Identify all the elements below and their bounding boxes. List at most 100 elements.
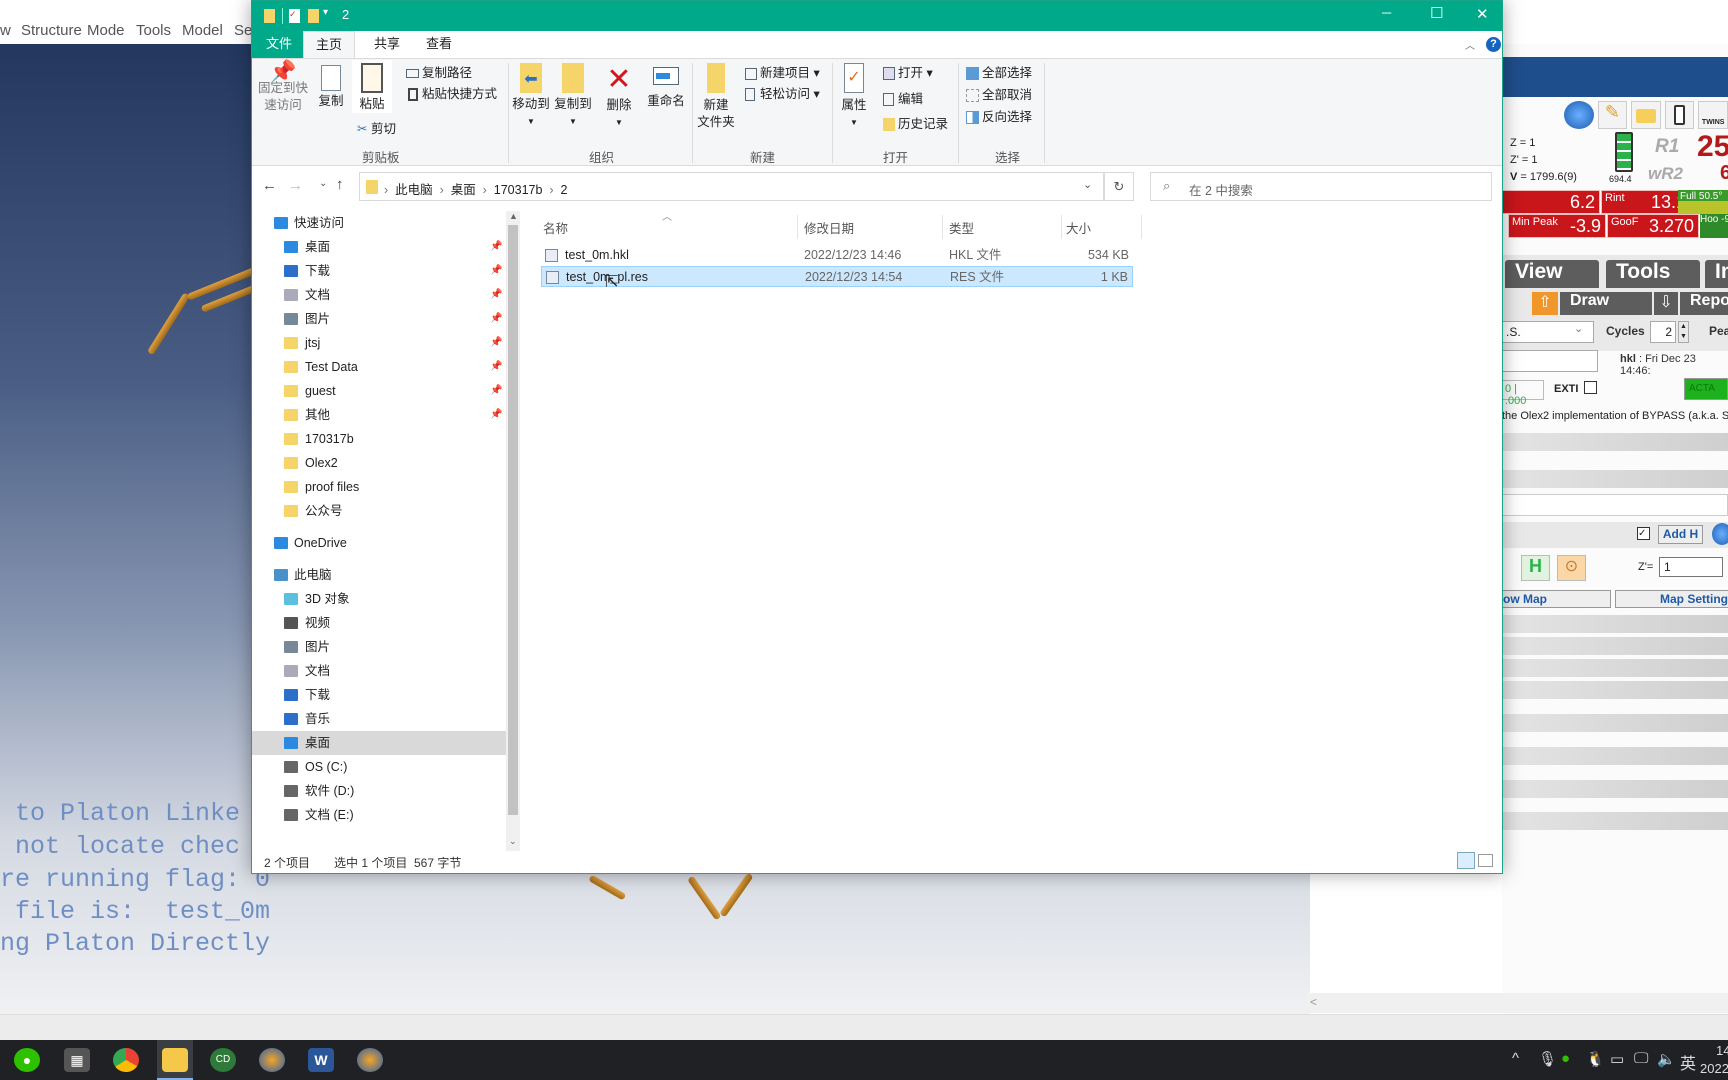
search-input[interactable]: ⌕ 在 2 中搜索 (1150, 172, 1492, 201)
ime-indicator[interactable]: 英 (1680, 1050, 1696, 1074)
tab-home[interactable]: 主页 (303, 31, 356, 60)
collapse-ribbon-icon[interactable]: ︿ (1465, 37, 1475, 52)
nav-item[interactable]: proof files (252, 475, 506, 499)
file-explorer-taskbar-button[interactable] (157, 1040, 193, 1080)
subtab-draw[interactable]: Draw (1560, 292, 1652, 315)
tab-view[interactable]: View (1505, 260, 1599, 288)
forward-button[interactable]: → (288, 177, 303, 194)
maximize-button[interactable]: ☐ (1430, 4, 1443, 22)
new-folder-button[interactable]: 新建 文件夹 (696, 63, 736, 131)
olex-sphere-icon[interactable] (1564, 101, 1594, 129)
column-size[interactable]: 大小 (1066, 218, 1091, 237)
chrome-icon[interactable] (113, 1048, 139, 1072)
clock-time[interactable]: 14 (1716, 1043, 1728, 1058)
menu-view[interactable]: w (0, 22, 11, 39)
wechat-icon[interactable]: ● (14, 1048, 40, 1072)
file-row[interactable]: test_0m.hkl 2022/12/23 14:46 HKL 文件 534 KB (541, 245, 1133, 266)
weight-value[interactable]: 0 | .000 (1502, 380, 1544, 407)
nav-this-pc[interactable]: 此电脑 (252, 563, 506, 587)
copy-to-button[interactable]: 复制到 ▼ (554, 63, 592, 130)
quick-access-dropdown-icon[interactable]: ▾ (323, 7, 328, 18)
nav-item[interactable]: guest 📌 (252, 379, 506, 403)
scrollbar-thumb[interactable] (508, 225, 518, 815)
twins-icon[interactable]: TWINS (1698, 101, 1728, 129)
hkl-select[interactable] (1502, 350, 1598, 372)
menu-model[interactable]: Model (182, 22, 223, 39)
recent-locations-button[interactable]: ⌄ (319, 178, 327, 189)
nav-item[interactable]: 图片 (252, 635, 506, 659)
map-settings-button[interactable]: Map Setting (1615, 590, 1728, 608)
paste-button[interactable]: 粘贴 (352, 60, 392, 113)
copy-button[interactable]: 复制 (314, 63, 348, 110)
exti-checkbox[interactable] (1584, 381, 1597, 394)
subtab-report[interactable]: Report (1680, 292, 1728, 315)
open-button[interactable]: 打开 ▾ (883, 65, 933, 82)
breadcrumb-item[interactable]: 桌面 (451, 183, 476, 197)
nav-item[interactable]: 下载 (252, 683, 506, 707)
paste-shortcut-button[interactable]: 粘贴快捷方式 (408, 86, 497, 103)
refresh-button[interactable]: ↻ (1104, 172, 1134, 201)
copy-path-button[interactable]: 复制路径 (406, 65, 472, 82)
address-bar[interactable]: › 此电脑 › 桌面 › 170317b › 2 ⌄ (359, 172, 1104, 201)
properties-quick-icon[interactable]: ✓ (289, 9, 300, 23)
edit-button[interactable]: 编辑 (883, 91, 923, 108)
nav-item[interactable]: OS (C:) (252, 755, 506, 779)
move-to-button[interactable]: ⬅ 移动到 ▼ (512, 63, 550, 130)
tray-chevron-icon[interactable]: ^ (1512, 1050, 1519, 1067)
minimize-button[interactable]: ─ (1382, 5, 1391, 20)
breadcrumb-item[interactable]: 170317b (494, 183, 543, 197)
microphone-icon[interactable]: 🎙 (1538, 1050, 1557, 1068)
easy-access-button[interactable]: 轻松访问 ▾ (745, 86, 820, 103)
delete-button[interactable]: ✕ 删除 ▼ (604, 63, 634, 131)
nav-item[interactable]: 3D 对象 (252, 587, 506, 611)
nav-item[interactable]: 下载 📌 (252, 259, 506, 283)
up-button[interactable]: ↑ (336, 176, 344, 193)
sphere-icon[interactable] (1712, 523, 1728, 545)
column-type[interactable]: 类型 (949, 218, 974, 237)
nav-scrollbar[interactable]: ▲ ⌄ (506, 211, 520, 851)
calculator-icon[interactable]: ▦ (64, 1048, 90, 1072)
wechat-tray-icon[interactable]: ● (1561, 1050, 1570, 1067)
network-icon[interactable]: 🖵 (1634, 1050, 1648, 1067)
nav-item[interactable]: 文档 📌 (252, 283, 506, 307)
word-icon[interactable]: W (308, 1048, 334, 1072)
details-view-button[interactable] (1457, 852, 1475, 869)
file-row[interactable]: test_0m_pl.res 2022/12/23 14:54 RES 文件 1 KB (541, 266, 1133, 287)
battery-icon[interactable]: ▭ (1610, 1050, 1624, 1068)
cd-app-icon[interactable]: CD (210, 1048, 236, 1072)
folder-icon[interactable] (1631, 101, 1661, 129)
nav-item[interactable]: 文档 (252, 659, 506, 683)
menu-mode[interactable]: Mode (87, 22, 125, 39)
arrow-up-icon[interactable]: ⇧ (1532, 292, 1558, 315)
tab-file[interactable]: 文件 (252, 31, 307, 59)
nav-item[interactable]: 桌面 📌 (252, 235, 506, 259)
close-button[interactable]: ✕ (1476, 5, 1489, 23)
nav-item[interactable]: 文档 (E:) (252, 803, 506, 827)
chevron-down-icon[interactable]: ⌄ (1574, 322, 1583, 335)
select-none-button[interactable]: 全部取消 (966, 87, 1032, 104)
nav-onedrive[interactable]: OneDrive (252, 531, 506, 555)
add-h-button[interactable]: Add H (1658, 525, 1703, 544)
nav-item[interactable]: jtsj 📌 (252, 331, 506, 355)
pencil-icon[interactable]: ✎ (1597, 101, 1628, 129)
tab-info[interactable]: In (1705, 260, 1728, 288)
nav-item[interactable]: 软件 (D:) (252, 779, 506, 803)
nav-item[interactable]: 音乐 (252, 707, 506, 731)
notepad-icon[interactable] (1664, 101, 1695, 129)
nav-item[interactable]: 图片 📌 (252, 307, 506, 331)
show-map-button[interactable]: ow Map (1502, 590, 1611, 608)
clock-date[interactable]: 2022 (1700, 1061, 1728, 1076)
breadcrumb-item[interactable]: 2 (561, 183, 568, 197)
column-date[interactable]: 修改日期 (804, 218, 854, 237)
select-all-button[interactable]: 全部选择 (966, 65, 1032, 82)
properties-button[interactable]: ✓ 属性 ▼ (838, 63, 870, 131)
new-folder-quick-icon[interactable] (308, 9, 319, 23)
zprime-input[interactable]: 1 (1659, 557, 1723, 577)
horizontal-scrollbar[interactable]: < (1306, 993, 1728, 1013)
help-icon[interactable]: ? (1486, 37, 1501, 52)
large-icons-view-button[interactable] (1478, 854, 1493, 867)
panel-input[interactable] (1502, 494, 1728, 516)
new-item-button[interactable]: 新建项目 ▾ (745, 65, 820, 82)
nav-item[interactable]: Test Data 📌 (252, 355, 506, 379)
cycles-input[interactable]: 2 (1650, 321, 1676, 343)
